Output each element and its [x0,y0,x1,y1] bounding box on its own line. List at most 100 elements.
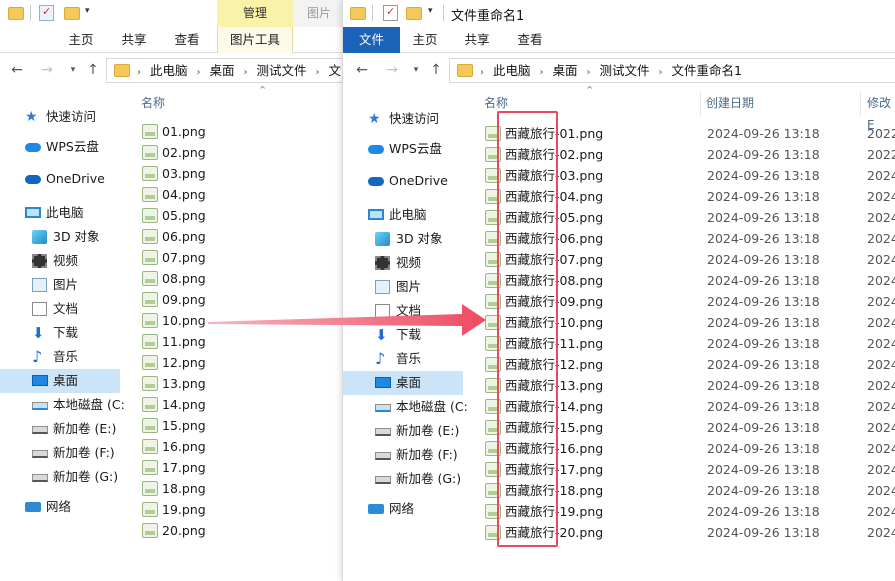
nav-item[interactable]: 新加卷 (F:) [343,443,463,467]
breadcrumb-item[interactable]: 测试文件 [600,63,650,78]
png-file-icon [142,187,158,202]
star-icon: ★ [368,111,381,127]
up-arrow-icon[interactable]: ↑ [427,61,445,79]
tab-home[interactable]: 主页 [402,27,448,53]
list-item[interactable]: 08.png [142,268,322,289]
list-item[interactable]: 07.png [142,247,322,268]
nav-item[interactable]: ★ 快速访问 [343,107,463,131]
nav-item[interactable]: WPS云盘 [343,137,463,161]
customize-dropdown-icon[interactable]: ▾ [85,6,95,24]
tab-view[interactable]: 查看 [507,27,553,53]
nav-item[interactable]: ♪ 音乐 [343,347,463,371]
tab-home[interactable]: 主页 [58,27,104,53]
breadcrumb-item[interactable]: 文 [329,63,342,78]
back-arrow-icon[interactable]: ← [8,61,26,79]
list-item[interactable]: 12.png [142,352,322,373]
list-item[interactable]: 14.png [142,394,322,415]
list-item[interactable]: 02.png [142,142,322,163]
address-bar[interactable]: › 此电脑 › 桌面 › 测试文件 › 文 [106,58,345,83]
up-arrow-icon[interactable]: ↑ [84,61,102,79]
breadcrumb-item[interactable]: 桌面 [210,63,235,78]
recent-dropdown-icon[interactable]: ▾ [407,61,425,79]
nav-item[interactable]: 新加卷 (E:) [343,419,463,443]
nav-item[interactable]: 文档 [343,299,463,323]
created-date: 2024-09-26 13:18 [707,294,820,309]
forward-arrow-icon[interactable]: → [38,61,56,79]
column-divider[interactable] [860,92,861,116]
ribbon-context-picture[interactable]: 图片 [293,0,345,27]
list-item[interactable]: 11.png [142,331,322,352]
tab-view[interactable]: 查看 [164,27,210,53]
breadcrumb-item[interactable]: 桌面 [553,63,578,78]
list-item[interactable]: 17.png [142,457,322,478]
list-item[interactable]: 06.png [142,226,322,247]
nav-item[interactable]: 桌面 [343,371,463,395]
ribbon-context-manage[interactable]: 管理 [217,0,293,27]
tab-share[interactable]: 共享 [111,27,157,53]
breadcrumb-item[interactable]: 测试文件 [257,63,307,78]
nav-item[interactable]: 此电脑 [0,201,120,225]
address-bar[interactable]: › 此电脑 › 桌面 › 测试文件 › 文件重命名1 [449,58,895,83]
nav-item[interactable]: 新加卷 (F:) [0,441,120,465]
breadcrumb-item[interactable]: 此电脑 [150,63,188,78]
tab-file[interactable]: 文件 [343,27,400,53]
properties-icon[interactable] [39,5,54,21]
list-item[interactable]: 18.png [142,478,322,499]
nav-item-label: 桌面 [396,375,422,390]
right-title-bar: ▾ 文件重命名1 [343,0,895,27]
column-header-modified[interactable]: 修改E [867,92,895,132]
nav-item[interactable]: ♪ 音乐 [0,345,120,369]
new-folder-icon[interactable] [64,7,80,20]
nav-item[interactable]: 网络 [0,495,120,519]
nav-item[interactable]: 3D 对象 [0,225,120,249]
column-header-created[interactable]: 创建日期 [706,92,754,114]
list-item[interactable]: 15.png [142,415,322,436]
nav-item[interactable]: 本地磁盘 (C: [343,395,468,419]
list-item[interactable]: 05.png [142,205,322,226]
nav-item-label: 文档 [396,303,422,318]
nav-item[interactable]: 文档 [0,297,120,321]
nav-item[interactable]: 3D 对象 [343,227,463,251]
list-item[interactable]: 01.png [142,121,322,142]
list-item[interactable]: 20.png [142,520,322,541]
list-item[interactable]: 16.png [142,436,322,457]
list-item[interactable]: 03.png [142,163,322,184]
list-item[interactable]: 04.png [142,184,322,205]
nav-item[interactable]: 视频 [343,251,463,275]
nav-item[interactable]: 图片 [343,275,463,299]
column-divider[interactable] [700,92,701,116]
modified-date: 2024 [867,462,895,477]
nav-item[interactable]: 新加卷 (G:) [343,467,463,491]
nav-item[interactable]: 网络 [343,497,463,521]
nav-item-label: 快速访问 [46,109,97,124]
nav-item-label: 文档 [53,301,79,316]
nav-item[interactable]: 新加卷 (G:) [0,465,120,489]
nav-item[interactable]: ★ 快速访问 [0,105,120,129]
tab-share[interactable]: 共享 [454,27,500,53]
nav-item[interactable]: 本地磁盘 (C: [0,393,125,417]
back-arrow-icon[interactable]: ← [353,61,371,79]
column-header-name[interactable]: 名称 [141,92,165,114]
nav-item[interactable]: 此电脑 [343,203,463,227]
properties-icon[interactable] [383,5,398,21]
nav-item[interactable]: 图片 [0,273,120,297]
list-item[interactable]: 10.png [142,310,322,331]
breadcrumb-item[interactable]: 此电脑 [493,63,531,78]
customize-dropdown-icon[interactable]: ▾ [428,6,438,24]
nav-item[interactable]: 视频 [0,249,120,273]
tab-picture-tools[interactable]: 图片工具 [217,27,293,53]
forward-arrow-icon[interactable]: → [383,61,401,79]
recent-dropdown-icon[interactable]: ▾ [64,61,82,79]
nav-item[interactable]: 桌面 [0,369,120,393]
breadcrumb-item[interactable]: 文件重命名1 [672,63,742,78]
new-folder-icon[interactable] [406,7,422,20]
nav-item[interactable]: WPS云盘 [0,135,120,159]
nav-item[interactable]: ⬇ 下载 [343,323,463,347]
nav-item[interactable]: OneDrive [0,167,120,191]
list-item[interactable]: 09.png [142,289,322,310]
nav-item[interactable]: OneDrive [343,169,463,193]
nav-item[interactable]: 新加卷 (E:) [0,417,120,441]
list-item[interactable]: 13.png [142,373,322,394]
nav-item[interactable]: ⬇ 下载 [0,321,120,345]
list-item[interactable]: 19.png [142,499,322,520]
